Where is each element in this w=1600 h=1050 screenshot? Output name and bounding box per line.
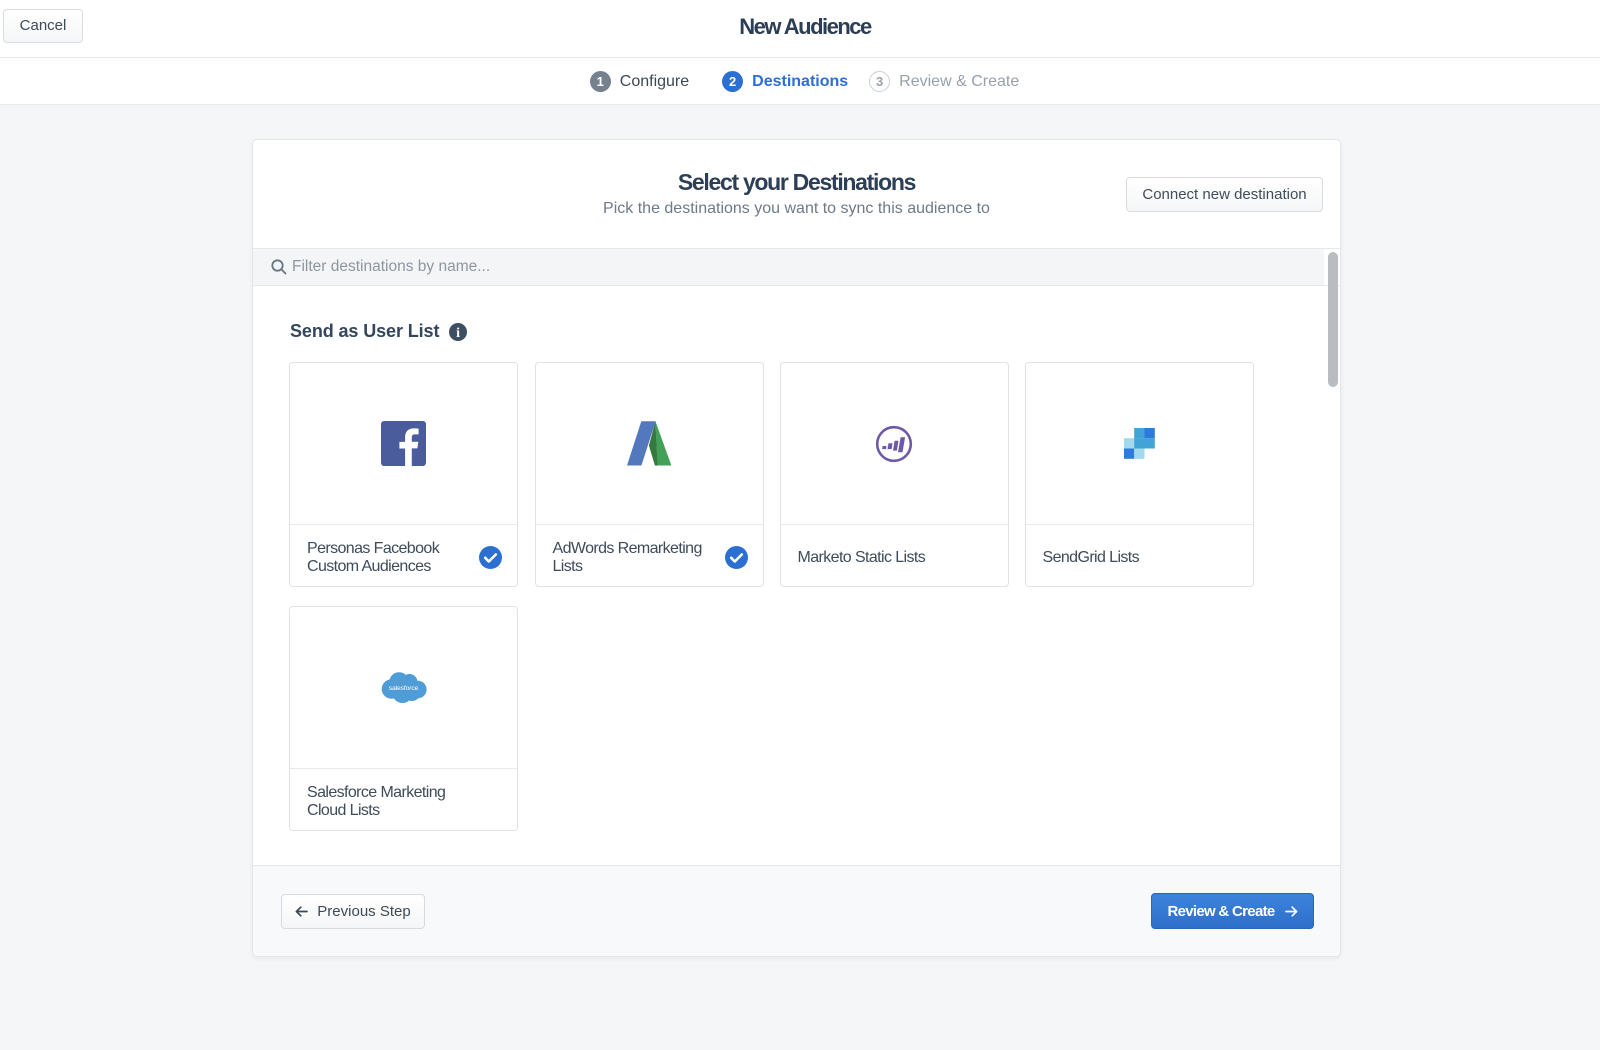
svg-text:i: i bbox=[456, 325, 460, 340]
svg-text:salesforce: salesforce bbox=[388, 685, 418, 692]
